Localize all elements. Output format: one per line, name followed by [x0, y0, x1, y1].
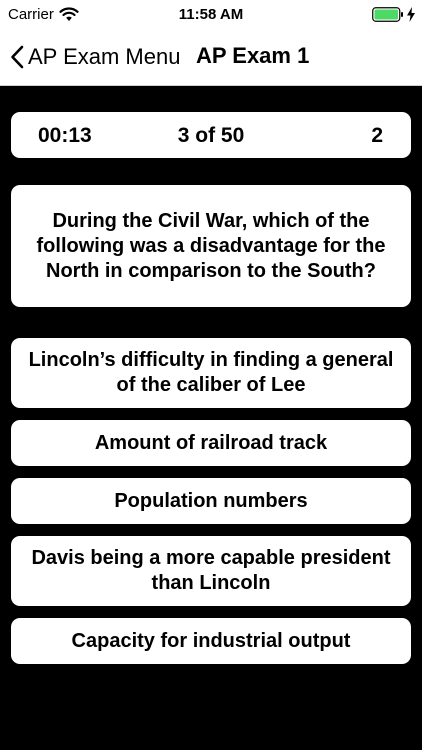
page-title: AP Exam 1 — [196, 43, 310, 68]
question-progress: 3 of 50 — [177, 124, 245, 147]
question-card: During the Civil War, which of the follo… — [11, 185, 411, 307]
battery-icon — [372, 7, 403, 22]
question-text: During the Civil War, which of the follo… — [36, 209, 386, 282]
navigation-bar: AP Exam Menu AP Exam 1 — [0, 30, 422, 86]
back-label: AP Exam Menu — [28, 44, 181, 69]
answer-label: Amount of railroad track — [94, 431, 328, 454]
chevron-left-icon — [11, 45, 24, 69]
score: 2 — [371, 124, 383, 147]
answer-option-2[interactable]: Amount of railroad track — [11, 420, 411, 466]
answer-option-4[interactable]: Davis being a more capable president tha… — [11, 536, 411, 606]
back-button[interactable]: AP Exam Menu — [10, 40, 180, 74]
answer-label: Capacity for industrial output — [71, 629, 351, 652]
answer-option-1[interactable]: Lincoln’s difficulty in finding a genera… — [11, 338, 411, 408]
answer-option-5[interactable]: Capacity for industrial output — [11, 618, 411, 664]
battery-indicator — [372, 7, 416, 22]
answer-option-3[interactable]: Population numbers — [11, 478, 411, 524]
answer-label: Davis being a more capable president tha… — [31, 547, 391, 594]
quiz-status-card: 00:13 3 of 50 2 — [11, 112, 411, 158]
status-bar: Carrier 11:58 AM — [0, 0, 422, 30]
answer-label: Population numbers — [114, 489, 308, 512]
bolt-icon — [407, 7, 415, 22]
answer-label: Lincoln’s difficulty in finding a genera… — [28, 349, 394, 396]
status-time: 11:58 AM — [178, 6, 244, 23]
